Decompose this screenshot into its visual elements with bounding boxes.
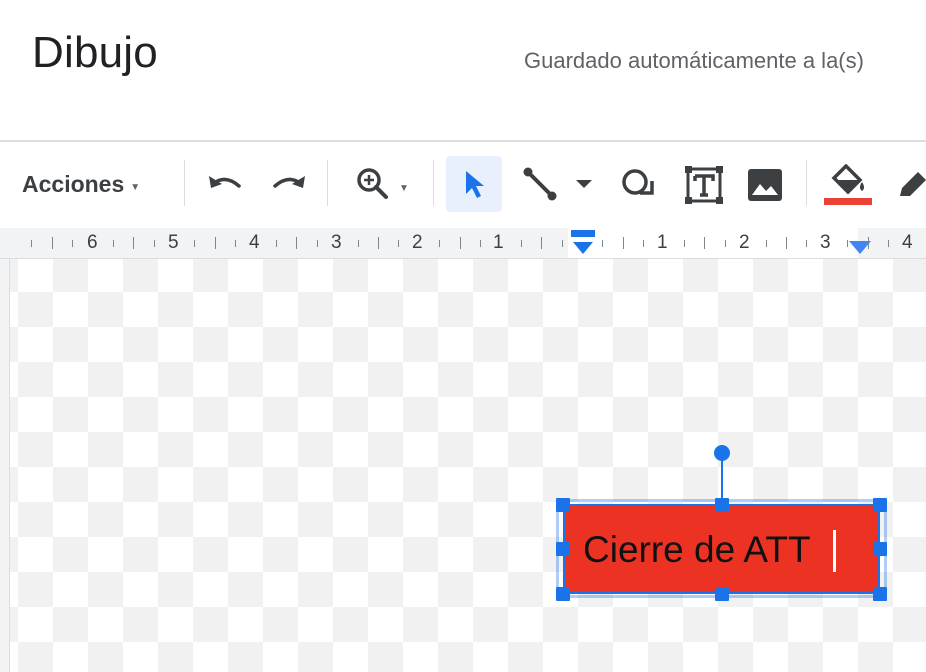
resize-handle-bottom-left[interactable] <box>556 587 570 601</box>
ruler-number: 2 <box>739 232 750 253</box>
select-arrow-icon <box>466 171 484 198</box>
ruler-tick <box>520 239 522 247</box>
rotation-handle[interactable] <box>714 445 730 461</box>
ruler-tick <box>214 237 216 249</box>
ruler-tick <box>541 237 543 249</box>
ruler-tick <box>31 239 33 247</box>
redo-button[interactable] <box>266 164 312 204</box>
ruler-number: 4 <box>249 232 260 253</box>
ruler-tick <box>888 239 889 247</box>
ruler-tick <box>765 239 767 247</box>
drawing-canvas[interactable] <box>0 259 926 672</box>
chevron-down-icon: ▼ <box>399 182 409 194</box>
pen-icon <box>900 172 926 196</box>
resize-handle-right[interactable] <box>873 542 887 556</box>
resize-handle-top-left[interactable] <box>556 498 570 512</box>
text-cursor <box>833 530 836 572</box>
shape-icon <box>622 169 654 195</box>
ruler-tick <box>72 239 73 247</box>
indent-marker-icon[interactable] <box>570 228 598 256</box>
undo-button[interactable] <box>202 164 248 204</box>
horizontal-ruler[interactable]: 6 5 4 3 2 1 1 2 3 4 <box>0 228 926 259</box>
ruler-tick <box>235 239 237 247</box>
line-tool-button[interactable] <box>516 160 598 208</box>
ruler-tick <box>276 239 277 247</box>
ruler-tick <box>357 239 359 247</box>
fill-color-button[interactable] <box>822 160 874 208</box>
ruler-tick <box>786 237 787 249</box>
fill-color-icon <box>831 163 864 194</box>
right-indent-marker-icon[interactable] <box>848 240 872 256</box>
chevron-down-icon <box>576 180 592 188</box>
ruler-tick <box>398 239 400 247</box>
fill-color-swatch <box>824 197 872 205</box>
toolbar-divider <box>433 160 434 206</box>
redo-icon <box>273 176 305 188</box>
ruler-number: 2 <box>412 232 423 253</box>
textbox-tool-button[interactable] <box>680 162 728 208</box>
ruler-number: 1 <box>493 232 504 253</box>
page-title[interactable]: Dibujo <box>32 28 158 78</box>
ruler-tick <box>459 237 461 249</box>
ruler-tick <box>316 239 318 247</box>
shape-text[interactable]: Cierre de ATT <box>583 529 811 571</box>
toolbar-divider <box>184 160 185 206</box>
ruler-tick <box>602 239 604 247</box>
toolbar: Acciones ▼ ▼ <box>0 142 926 228</box>
app-header: Dibujo Guardado automáticamente a la(s) <box>0 0 926 140</box>
resize-handle-bottom-right[interactable] <box>873 587 887 601</box>
ruler-tick <box>622 237 624 249</box>
ruler-tick <box>133 237 135 249</box>
actions-menu-button[interactable]: Acciones ▼ <box>22 164 140 204</box>
save-status: Guardado automáticamente a la(s) <box>524 48 864 73</box>
ruler-tick <box>480 239 481 247</box>
ruler-tick <box>643 239 645 247</box>
resize-handle-top[interactable] <box>715 498 729 512</box>
ruler-tick <box>724 239 726 247</box>
ruler-number: 5 <box>168 232 179 253</box>
ruler-tick <box>561 239 563 247</box>
image-tool-button[interactable] <box>742 162 788 208</box>
textbox-icon <box>685 166 723 204</box>
ruler-tick <box>296 237 298 249</box>
ruler-page-area <box>568 228 858 258</box>
toolbar-divider <box>327 160 328 206</box>
zoom-icon <box>357 168 389 199</box>
resize-handle-bottom[interactable] <box>715 587 729 601</box>
pen-tool-button[interactable] <box>896 164 926 204</box>
ruler-number: 3 <box>820 232 831 253</box>
shape-tool-button[interactable] <box>614 162 662 208</box>
line-icon <box>523 167 557 201</box>
ruler-number: 3 <box>331 232 342 253</box>
ruler-tick <box>153 239 155 247</box>
ruler-tick <box>51 237 53 249</box>
ruler-number: 6 <box>87 232 98 253</box>
ruler-tick <box>378 237 379 249</box>
ruler-tick <box>194 239 196 247</box>
resize-handle-left[interactable] <box>556 542 570 556</box>
toolbar-divider <box>806 160 807 206</box>
image-icon <box>748 169 782 201</box>
resize-handle-top-right[interactable] <box>873 498 887 512</box>
chevron-down-icon: ▼ <box>130 181 141 193</box>
ruler-tick <box>112 239 114 247</box>
zoom-button[interactable]: ▼ <box>346 164 416 204</box>
actions-label: Acciones <box>22 170 125 197</box>
ruler-number: 4 <box>902 232 913 253</box>
ruler-tick <box>684 239 685 247</box>
ruler-tick <box>704 237 706 249</box>
ruler-number: 1 <box>657 232 668 253</box>
ruler-tick <box>806 239 808 247</box>
undo-icon <box>209 176 241 188</box>
select-tool[interactable] <box>446 156 502 212</box>
ruler-tick <box>439 239 441 247</box>
vertical-ruler[interactable] <box>0 259 10 672</box>
